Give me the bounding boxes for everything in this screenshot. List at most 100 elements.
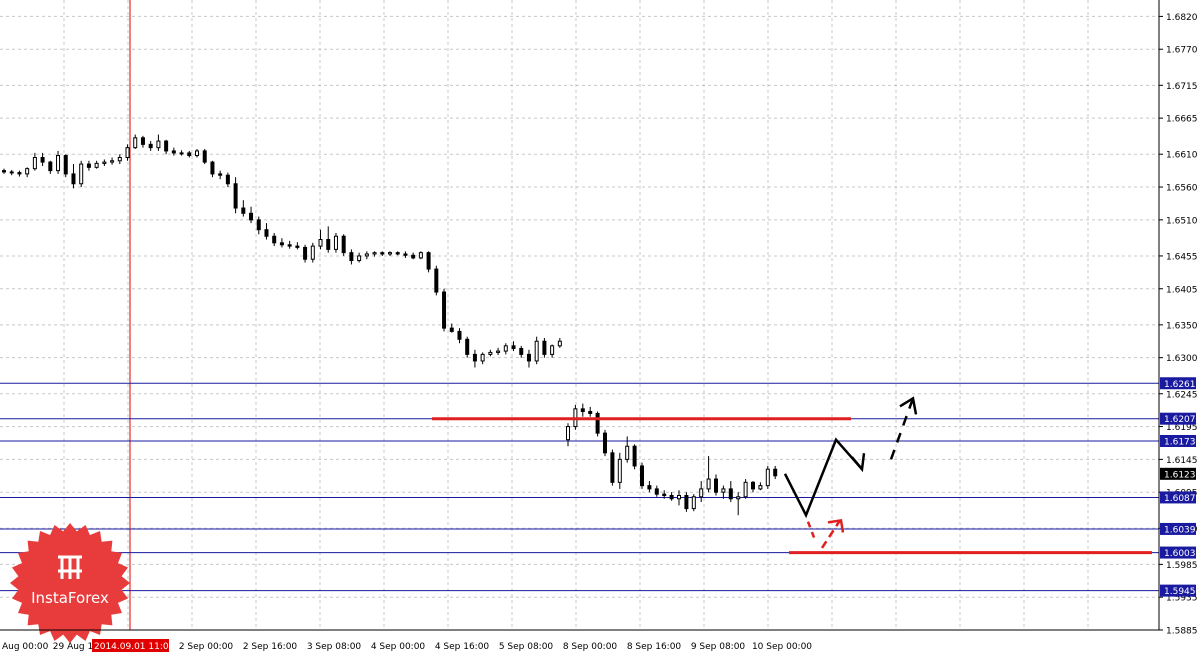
candle-body [287,244,292,247]
candle-body [264,229,269,237]
candle-body [17,172,22,175]
candle [79,160,84,188]
candle-body [241,207,246,214]
candle-body [640,465,644,487]
candle-body [272,235,277,244]
candle-body [388,252,392,255]
price-chart: InstaForex 1.6820 1.6770 1.6715 1.6665 1.661… [0,0,1201,654]
cursor-date-tag: 2014.09.01 11:00 [92,639,175,652]
candle-body [71,173,76,185]
candle-body [349,252,354,262]
y-tick-label: 1.6145 [1166,456,1198,466]
candle [202,148,207,165]
candle-body [566,426,570,441]
candle-body [110,160,115,163]
x-tick-label: 5 Sep 08:00 [499,642,554,652]
candle-body [557,340,562,347]
candle [603,429,607,457]
candle-body [303,246,308,260]
y-tick-label: 1.6300 [1166,354,1198,364]
candle-body [426,252,431,270]
price-level-label: 1.6207 [1164,415,1196,425]
price-level-tag: 1.6261 [1160,377,1196,390]
candle-body [534,340,539,362]
candle-body [318,239,323,247]
candle-body [434,268,439,293]
candle-body [550,345,555,355]
candle-body [295,245,300,248]
y-tick-label: 1.5885 [1166,627,1198,637]
price-level-tag: 1.6207 [1160,412,1196,425]
y-tick-label: 1.5985 [1166,561,1198,571]
x-tick-label: 2 Sep 16:00 [243,642,298,652]
candle [63,154,68,178]
candle-body [48,161,53,172]
candle [310,242,315,263]
candle-body [654,488,659,495]
x-tick-label: 4 Sep 00:00 [371,642,426,652]
candle-body [218,173,223,176]
price-level-tag: 1.6003 [1160,546,1196,559]
candle-body [542,340,547,355]
price-level-label: 1.6173 [1164,438,1196,448]
candle-body [519,347,524,355]
candle-body [256,219,261,231]
candle-body [721,488,726,493]
candle-body [56,155,61,172]
x-tick-label: 10 Sep 00:00 [752,642,812,652]
candle-body [9,171,14,174]
candle-body [449,327,454,332]
candle-body [617,458,622,483]
candle-body [63,155,68,175]
candle-body [102,161,107,164]
chart-svg: InstaForex 1.6820 1.6770 1.6715 1.6665 1.661… [0,0,1201,654]
chart-background [0,0,1201,654]
candle-body [662,493,667,496]
candle-body [503,345,508,352]
candle-body [526,353,531,362]
current-price-tag: 1.6123 [1160,467,1196,480]
candle-body [480,353,485,362]
price-level-tag: 1.6039 [1160,522,1196,535]
candle-body [233,183,238,209]
price-level-label: 1.5945 [1164,587,1196,597]
candle-body [647,485,652,490]
candle [691,494,696,512]
candle-body [179,152,184,155]
candle [542,337,547,358]
x-tick-label: Aug 00:00 [2,642,49,652]
candle-body [210,161,215,175]
candle-body [488,351,493,355]
x-tick-label: 9 Sep 08:00 [691,642,746,652]
candle-body [511,345,516,349]
candle-body [595,412,600,434]
candle-body [279,242,284,246]
x-tick-label: 29 Aug 1 [53,642,93,652]
price-level-tag: 1.6173 [1160,435,1196,448]
logo-text: InstaForex [31,589,109,607]
candle-body [736,496,741,500]
candle-body [86,163,91,168]
candle [442,288,447,332]
candle-body [472,353,477,362]
candle-body [677,494,681,500]
candle [684,492,689,512]
y-tick-label: 1.6510 [1166,216,1198,226]
candle-body [364,253,369,257]
price-level-tag: 1.5945 [1160,584,1196,597]
candle-body [380,252,385,255]
x-tick-label: 4 Sep 16:00 [435,642,490,652]
candle-body [2,170,6,173]
candle [333,232,338,253]
candle-body [457,330,462,340]
price-level-label: 1.6039 [1164,525,1196,535]
candle-body [341,235,346,254]
candle-body [225,174,230,185]
candle-body [496,350,501,353]
candle-body [465,338,470,355]
y-tick-label: 1.6245 [1166,390,1198,400]
price-level-label: 1.6261 [1164,380,1196,390]
y-tick-label: 1.6405 [1166,285,1198,295]
candle-body [79,163,84,185]
candle-body [395,252,400,255]
